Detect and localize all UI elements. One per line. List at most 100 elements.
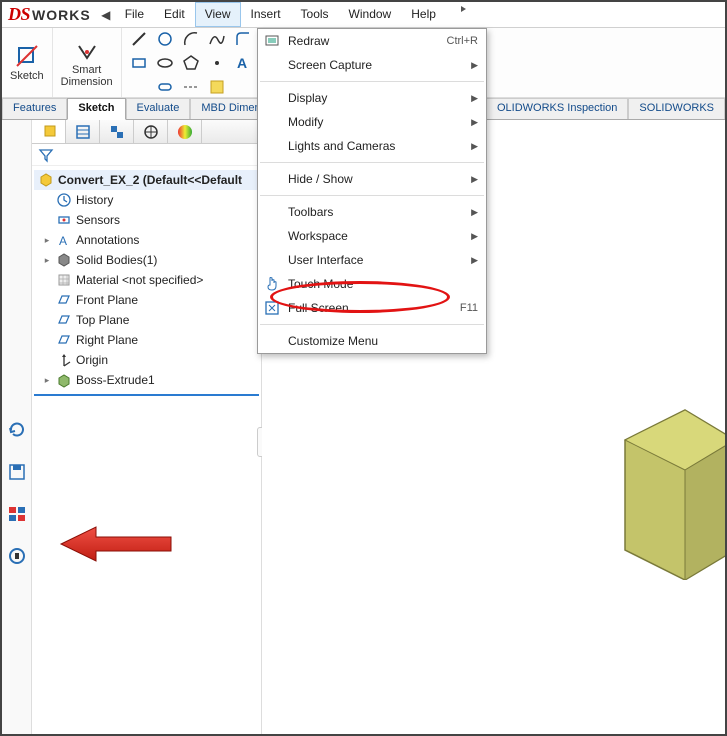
tree-history[interactable]: History [76,193,113,207]
menu-lights-cameras[interactable]: Lights and Cameras ▶ [258,134,486,158]
circle-tool-icon[interactable] [156,30,174,48]
tree-front-plane[interactable]: Front Plane [76,293,138,307]
fillet-tool-icon[interactable] [234,30,252,48]
line-tool-icon[interactable] [130,30,148,48]
menu-edit[interactable]: Edit [154,2,195,27]
tree-filter-row [32,144,261,166]
solid-bodies-icon [56,252,72,268]
point-tool-icon[interactable] [208,54,226,72]
rect-tool-icon[interactable] [130,54,148,72]
plane-icon [56,312,72,328]
sketch-label: Sketch [10,70,44,82]
tree-boss-extrude[interactable]: Boss-Extrude1 [76,373,155,387]
submenu-arrow-icon: ▶ [471,60,478,71]
feature-tree-panel: Convert_EX_2 (Default<<Default ▸History … [32,120,262,734]
tree-tab-display-manager[interactable] [168,120,202,143]
rebuild-icon[interactable] [7,420,27,440]
menu-redraw[interactable]: Redraw Ctrl+R [258,29,486,53]
model-view [605,400,725,580]
tree-root[interactable]: Convert_EX_2 (Default<<Default [34,170,259,190]
tree-sensors[interactable]: Sensors [76,213,120,227]
svg-text:A: A [237,55,247,71]
tree-tab-feature-manager[interactable] [32,120,66,143]
annotation-arrow [56,524,176,564]
app-logo: DS SOLID WORKS [2,4,97,25]
touch-icon [262,274,282,294]
tab-inspection[interactable]: OLIDWORKS Inspection [486,98,628,119]
plane-icon [56,292,72,308]
configs-icon[interactable] [7,504,27,524]
menu-insert[interactable]: Insert [241,2,291,27]
tab-sketch[interactable]: Sketch [67,98,125,120]
extrude-icon [56,372,72,388]
plane-icon [56,332,72,348]
menu-display[interactable]: Display ▶ [258,86,486,110]
filter-icon[interactable] [38,147,54,163]
menu-view[interactable]: View [195,2,241,27]
menu-help[interactable]: Help [401,2,446,27]
submenu-arrow-icon: ▶ [471,93,478,104]
tree-top-plane[interactable]: Top Plane [76,313,129,327]
menu-screen-capture[interactable]: Screen Capture ▶ [258,53,486,77]
sensors-icon [56,212,72,228]
polygon-tool-icon[interactable] [182,54,200,72]
lock-icon[interactable] [7,546,27,566]
history-icon [56,192,72,208]
arc-tool-icon[interactable] [182,30,200,48]
view-menu-dropdown: Redraw Ctrl+R Screen Capture ▶ Display ▶… [257,28,487,354]
tree-origin[interactable]: Origin [76,353,108,367]
part-icon [38,172,54,188]
logo-works: WORKS [32,7,91,23]
menu-customize[interactable]: Customize Menu [258,329,486,353]
smart-dimension-button[interactable]: Smart Dimension [61,38,113,88]
redraw-icon [262,31,282,51]
tree-material[interactable]: Material <not specified> [76,273,203,287]
menu-hide-show[interactable]: Hide / Show ▶ [258,167,486,191]
menu-touch-mode[interactable]: Touch Mode [258,272,486,296]
origin-icon [56,352,72,368]
menu-workspace[interactable]: Workspace ▶ [258,224,486,248]
centerline-tool-icon[interactable] [182,78,200,96]
ellipse-tool-icon[interactable] [156,54,174,72]
logo-ds-icon: DS [8,4,30,25]
tab-features[interactable]: Features [2,98,67,119]
feature-tree[interactable]: Convert_EX_2 (Default<<Default ▸History … [32,166,261,396]
spline-tool-icon[interactable] [208,30,226,48]
submenu-arrow-icon: ▶ [471,207,478,218]
menu-modify[interactable]: Modify ▶ [258,110,486,134]
submenu-arrow-icon: ▶ [471,141,478,152]
menu-full-screen[interactable]: Full Screen F11 [258,296,486,320]
save-icon[interactable] [7,462,27,482]
menu-file[interactable]: File [115,2,154,27]
menu-tools[interactable]: Tools [291,2,339,27]
sketch-button[interactable]: Sketch [10,44,44,82]
tree-right-plane[interactable]: Right Plane [76,333,138,347]
material-icon [56,272,72,288]
menu-bar: DS SOLID WORKS ◀ File Edit View Insert T… [2,2,725,28]
pin-menu-icon[interactable] [454,2,466,27]
fullscreen-icon [262,298,282,318]
menu-window[interactable]: Window [339,2,402,27]
tab-solidworks[interactable]: SOLIDWORKS [628,98,725,119]
tree-annotations[interactable]: Annotations [76,233,139,247]
tree-tab-configuration-manager[interactable] [100,120,134,143]
submenu-arrow-icon: ▶ [471,117,478,128]
history-back-button[interactable]: ◀ [97,8,115,22]
submenu-arrow-icon: ▶ [471,174,478,185]
tree-solid-bodies[interactable]: Solid Bodies(1) [76,253,157,267]
tree-tab-dimxpert[interactable] [134,120,168,143]
tab-evaluate[interactable]: Evaluate [126,98,191,119]
smart-dimension-label: Smart Dimension [61,64,113,88]
menu-user-interface[interactable]: User Interface ▶ [258,248,486,272]
submenu-arrow-icon: ▶ [471,255,478,266]
slot-tool-icon[interactable] [156,78,174,96]
menu-toolbars[interactable]: Toolbars ▶ [258,200,486,224]
annotations-icon: A [56,232,72,248]
svg-text:A: A [59,234,67,248]
tree-tab-property-manager[interactable] [66,120,100,143]
left-task-rail [2,120,32,734]
text-tool-icon[interactable]: A [234,54,252,72]
plane-tool-icon[interactable] [208,78,226,96]
tree-root-label: Convert_EX_2 (Default<<Default [58,173,242,187]
submenu-arrow-icon: ▶ [471,231,478,242]
